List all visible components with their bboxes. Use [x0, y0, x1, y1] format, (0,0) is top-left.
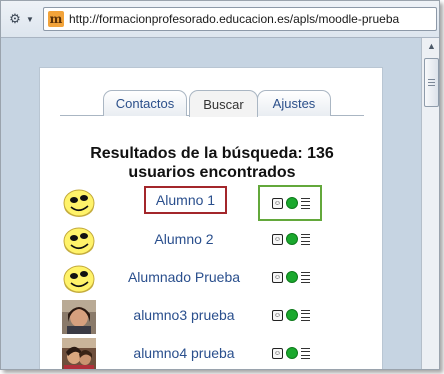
table-row: alumno4 prueba ☺ [40, 337, 384, 369]
message-history-icon[interactable] [301, 348, 310, 359]
user-link-alumno3-prueba[interactable]: alumno3 prueba [114, 307, 254, 323]
user-actions: ☺ [272, 271, 312, 285]
user-photo-avatar [62, 338, 96, 369]
add-contact-icon[interactable] [286, 197, 298, 209]
user-link-alumno-2[interactable]: Alumno 2 [114, 231, 254, 247]
grip-line [428, 79, 435, 80]
tools-dropdown-icon[interactable]: ▼ [25, 10, 35, 28]
add-contact-icon[interactable] [286, 271, 298, 283]
table-row: Alumno 1 ☺ [40, 185, 384, 223]
user-action-icons: ☺ [272, 309, 312, 323]
grip-line [428, 82, 435, 83]
address-bar[interactable]: m http://formacionprofesorado.educacion.… [43, 7, 437, 31]
results-title-line2: usuarios encontrados [128, 164, 296, 181]
tab-contactos[interactable]: Contactos [103, 90, 187, 116]
add-contact-icon[interactable] [286, 233, 298, 245]
results-title-line1: Resultados de la búsqueda: 136 [90, 145, 334, 162]
user-link-alumno-1[interactable]: Alumno 1 [144, 186, 227, 214]
user-link-alumno4-prueba[interactable]: alumno4 prueba [114, 345, 254, 361]
profile-icon[interactable]: ☺ [272, 198, 283, 209]
user-photo-avatar [62, 300, 96, 334]
browser-window: ⚙ ▼ m http://formacionprofesorado.educac… [0, 0, 440, 370]
messages-tabs: Contactos Buscar Ajustes [60, 88, 364, 117]
user-actions: ☺ [272, 233, 312, 247]
smiley-avatar-icon [63, 265, 95, 293]
profile-icon[interactable]: ☺ [272, 310, 283, 321]
tab-ajustes[interactable]: Ajustes [257, 90, 331, 116]
user-action-icons: ☺ [272, 347, 312, 361]
page-viewport: Contactos Buscar Ajustes Resultados de l… [1, 38, 421, 369]
message-history-icon[interactable] [301, 272, 310, 283]
scroll-up-arrow-icon[interactable]: ▲ [425, 41, 438, 54]
message-history-icon[interactable] [301, 198, 310, 209]
table-row: alumno3 prueba ☺ [40, 299, 384, 337]
profile-icon[interactable]: ☺ [272, 234, 283, 245]
profile-icon[interactable]: ☺ [272, 272, 283, 283]
grip-line [428, 85, 435, 86]
table-row: Alumnado Prueba ☺ [40, 261, 384, 299]
profile-icon[interactable]: ☺ [272, 348, 283, 359]
add-contact-icon[interactable] [286, 309, 298, 321]
scrollbar-thumb[interactable] [424, 58, 439, 107]
user-link-alumnado-prueba[interactable]: Alumnado Prueba [114, 269, 254, 285]
tab-buscar[interactable]: Buscar [189, 90, 258, 117]
user-action-icons: ☺ [272, 233, 312, 247]
message-history-icon[interactable] [301, 234, 310, 245]
user-actions: ☺ [272, 197, 312, 211]
smiley-avatar-icon [63, 189, 95, 217]
moodle-favicon-icon: m [48, 11, 64, 27]
user-actions: ☺ [272, 347, 312, 361]
results-title: Resultados de la búsqueda: 136 usuarios … [40, 144, 384, 182]
add-contact-icon[interactable] [286, 347, 298, 359]
user-actions: ☺ [272, 309, 312, 323]
message-history-icon[interactable] [301, 310, 310, 321]
vertical-scrollbar[interactable]: ▲ [421, 38, 439, 369]
smiley-avatar-icon [63, 227, 95, 255]
tools-gear-icon[interactable]: ⚙ [6, 10, 24, 28]
messages-panel: Contactos Buscar Ajustes Resultados de l… [39, 67, 384, 369]
url-text[interactable]: http://formacionprofesorado.educacion.es… [69, 12, 399, 26]
browser-toolbar: ⚙ ▼ m http://formacionprofesorado.educac… [1, 1, 439, 38]
user-actions-highlighted: ☺ [258, 185, 322, 221]
user-action-icons: ☺ [272, 271, 312, 285]
table-row: Alumno 2 ☺ [40, 223, 384, 261]
